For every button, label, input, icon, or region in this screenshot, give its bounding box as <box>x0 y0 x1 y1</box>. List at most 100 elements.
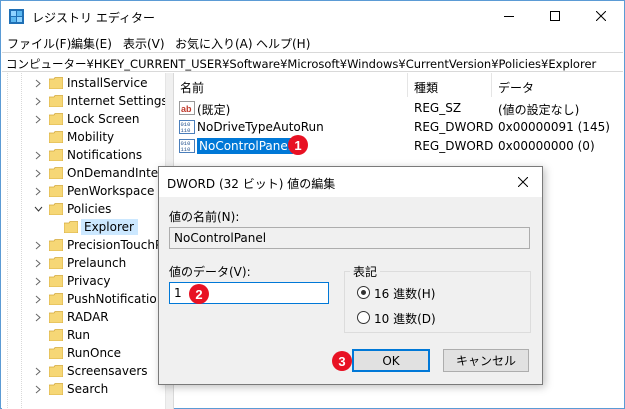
chevron-right-icon[interactable] <box>33 110 43 128</box>
close-icon <box>596 11 606 21</box>
column-header-name[interactable]: 名前 <box>174 73 408 97</box>
tree-item-precisiontouchpad[interactable]: PrecisionTouchP <box>2 236 165 254</box>
chevron-right-icon[interactable] <box>33 362 43 380</box>
chevron-down-icon[interactable] <box>33 200 43 218</box>
title-bar: レジストリ エディター <box>1 1 624 32</box>
value-name: NoDriveTypeAutoRun <box>197 120 324 134</box>
chevron-right-icon[interactable] <box>33 146 43 164</box>
binary-value-icon: 010 110 <box>179 120 195 134</box>
maximize-button[interactable] <box>532 1 578 31</box>
folder-icon <box>49 275 63 287</box>
dialog-title: DWORD (32 ビット) 値の編集 <box>167 177 336 191</box>
tree-item-run[interactable]: Run <box>2 326 165 344</box>
ok-button[interactable]: OK <box>352 349 430 372</box>
tree-item-screensavers[interactable]: Screensavers <box>2 362 165 380</box>
value-row-nocontrolpanel[interactable]: 010 110 NoControlPanel REG_DWORD 0x00000… <box>174 137 624 155</box>
tree-item-policies[interactable]: Policies <box>2 200 165 218</box>
close-button[interactable] <box>578 1 624 31</box>
minimize-icon <box>504 16 514 17</box>
tree-item-runonce[interactable]: RunOnce <box>2 344 165 362</box>
value-name-field[interactable]: NoControlPanel <box>169 227 530 249</box>
tree-item-installservice[interactable]: InstallService <box>2 74 165 92</box>
column-header-type[interactable]: 種類 <box>408 73 492 97</box>
step-badge-3: 3 <box>332 351 352 371</box>
chevron-right-icon[interactable] <box>33 92 43 110</box>
minimize-button[interactable] <box>486 1 532 31</box>
step-badge-1: 1 <box>288 135 308 155</box>
value-type: REG_DWORD <box>414 120 494 134</box>
radio-dec-label[interactable]: 10 進数(D) <box>374 310 436 327</box>
radio-selected-dot <box>361 290 366 295</box>
svg-text:110: 110 <box>181 127 191 134</box>
chevron-right-icon[interactable] <box>33 290 43 308</box>
step-badge-2: 2 <box>189 284 209 304</box>
value-type: REG_DWORD <box>414 139 494 153</box>
tree-item-label: Mobility <box>67 130 115 144</box>
chevron-right-icon[interactable] <box>33 182 43 200</box>
chevron-right-icon[interactable] <box>33 254 43 272</box>
tree-item-privacy[interactable]: Privacy <box>2 272 165 290</box>
folder-icon <box>64 221 78 233</box>
value-name: NoControlPanel <box>197 138 294 154</box>
chevron-right-icon[interactable] <box>33 74 43 92</box>
menu-edit[interactable]: 編集(E) <box>71 35 112 52</box>
chevron-right-icon[interactable] <box>33 308 43 326</box>
folder-icon <box>49 131 63 143</box>
folder-icon <box>49 329 63 341</box>
address-bar[interactable]: コンピューター¥HKEY_CURRENT_USER¥Software¥Micro… <box>2 52 623 72</box>
tree-item-search[interactable]: Search <box>2 380 165 398</box>
tree-item-pushnotifications[interactable]: PushNotificatio <box>2 290 165 308</box>
menu-view[interactable]: 表示(V) <box>123 35 165 52</box>
tree-item-lock-screen[interactable]: Lock Screen <box>2 110 165 128</box>
column-header-data[interactable]: データ <box>492 73 624 97</box>
folder-icon <box>49 311 63 323</box>
tree-item-label: Explorer <box>81 219 138 235</box>
cancel-button[interactable]: キャンセル <box>443 349 529 372</box>
tree-item-label: Internet Settings <box>67 94 165 108</box>
folder-icon <box>49 95 63 107</box>
tree-item-label: Prelaunch <box>67 256 127 270</box>
key-tree[interactable]: InstallService Internet Settings Lock Sc… <box>2 73 165 409</box>
tree-item-ondemandinter[interactable]: OnDemandInter <box>2 164 165 182</box>
folder-icon <box>49 239 63 251</box>
menu-help[interactable]: ヘルプ(H) <box>256 35 310 52</box>
value-row-nodrivetypeautorun[interactable]: 010 110 NoDriveTypeAutoRun REG_DWORD 0x0… <box>174 118 624 136</box>
tree-item-label: OnDemandInter <box>67 166 164 180</box>
value-name: (既定) <box>197 103 231 117</box>
folder-icon <box>49 77 63 89</box>
maximize-icon <box>550 11 560 21</box>
edit-dword-dialog: DWORD (32 ビット) 値の編集 値の名前(N): NoControlPa… <box>158 166 543 385</box>
tree-item-radar[interactable]: RADAR <box>2 308 165 326</box>
tree-item-label: Policies <box>67 202 112 216</box>
radio-hex[interactable] <box>357 286 370 299</box>
window-title: レジストリ エディター <box>32 11 155 25</box>
chevron-right-icon[interactable] <box>33 236 43 254</box>
tree-item-internet-settings[interactable]: Internet Settings <box>2 92 165 110</box>
dialog-close-button[interactable] <box>508 169 538 195</box>
radio-hex-label[interactable]: 16 進数(H) <box>374 285 435 302</box>
radio-dec[interactable] <box>357 311 370 324</box>
chevron-right-icon[interactable] <box>33 380 43 398</box>
tree-item-prelaunch[interactable]: Prelaunch <box>2 254 165 272</box>
menu-favorites[interactable]: お気に入り(A) <box>175 35 253 52</box>
tree-item-label: Screensavers <box>67 364 148 378</box>
chevron-right-icon[interactable] <box>33 272 43 290</box>
registry-editor-icon <box>9 9 24 24</box>
folder-icon <box>49 347 63 359</box>
tree-item-explorer[interactable]: Explorer <box>2 218 165 236</box>
base-groupbox <box>344 271 531 333</box>
svg-text:110: 110 <box>181 146 191 153</box>
tree-item-penworkspace[interactable]: PenWorkspace <box>2 182 165 200</box>
value-type: REG_SZ <box>414 101 462 115</box>
folder-icon <box>49 383 63 395</box>
chevron-right-icon[interactable] <box>33 164 43 182</box>
string-value-icon: ab <box>179 101 195 115</box>
folder-icon <box>49 113 63 125</box>
value-data: (値の設定なし) <box>498 103 580 117</box>
value-row-default[interactable]: ab (既定) REG_SZ (値の設定なし) <box>174 99 624 117</box>
menu-file[interactable]: ファイル(F) <box>7 35 71 52</box>
tree-item-label: InstallService <box>67 76 148 90</box>
folder-icon <box>49 365 63 377</box>
tree-item-notifications[interactable]: Notifications <box>2 146 165 164</box>
tree-item-mobility[interactable]: Mobility <box>2 128 165 146</box>
